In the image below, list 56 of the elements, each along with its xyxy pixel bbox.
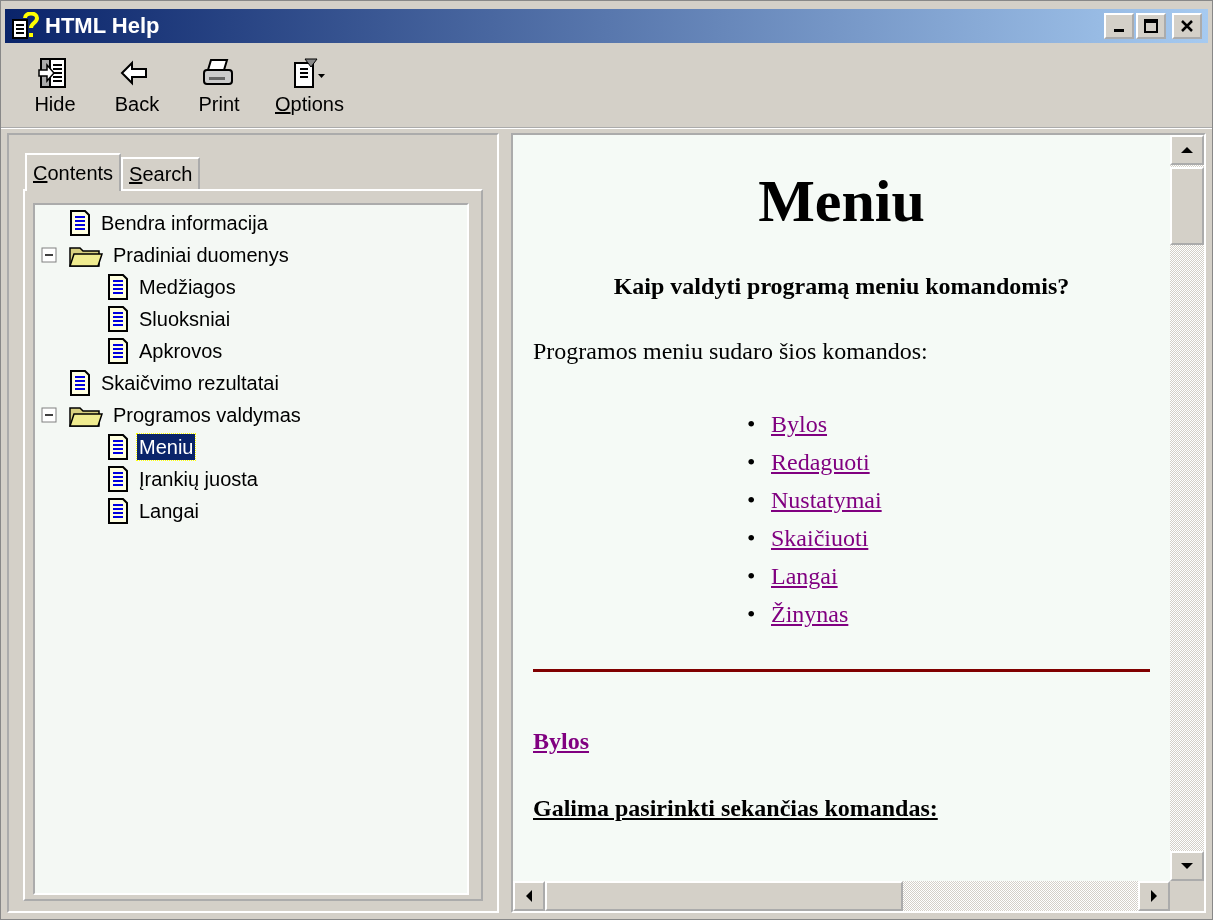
print-button[interactable]: Print <box>185 57 253 123</box>
topic-link[interactable]: Žinynas <box>771 601 849 627</box>
horizontal-scrollbar[interactable] <box>513 881 1170 911</box>
up-arrow-icon[interactable] <box>1180 145 1194 155</box>
tree-item[interactable]: Medžiagos <box>137 274 238 300</box>
bullet: • <box>747 524 757 553</box>
topic-title: Meniu <box>757 167 926 236</box>
tree-item[interactable]: Pradiniai duomenys <box>111 242 291 268</box>
topic-subtitle: Kaip valdyti programą meniu komandomis? <box>612 273 1071 300</box>
vertical-scrollbar[interactable] <box>1170 135 1204 881</box>
document-menu-icon <box>291 57 328 89</box>
topic-link[interactable]: Skaičiuoti <box>771 525 869 551</box>
help-book-icon <box>11 12 39 40</box>
topic-link[interactable]: Nustatymai <box>771 487 882 513</box>
back-button[interactable]: Back <box>103 57 171 123</box>
close-icon <box>1180 19 1194 33</box>
tab[interactable]: Contents <box>25 153 122 191</box>
tab[interactable]: Search <box>121 157 201 189</box>
section-heading-link[interactable]: Bylos <box>533 728 589 754</box>
bullet: • <box>747 562 757 591</box>
page-icon <box>69 210 91 236</box>
tree-item[interactable]: Įrankių juosta <box>137 466 260 492</box>
close-button[interactable] <box>1172 13 1202 39</box>
page-icon <box>107 498 129 524</box>
page-icon <box>107 466 129 492</box>
collapse-icon[interactable] <box>41 407 57 423</box>
page-icon <box>107 306 129 332</box>
tree-item[interactable]: Skaičvimo rezultatai <box>99 370 281 396</box>
down-arrow-icon[interactable] <box>1180 861 1194 871</box>
tree-item[interactable]: Bendra informacija <box>99 210 270 236</box>
page-icon <box>107 274 129 300</box>
bullet: • <box>747 486 757 515</box>
page-icon <box>107 434 129 460</box>
intro-text: Programos meniu sudaro šios komandos: <box>533 338 929 365</box>
tree-item[interactable]: Programos valdymas <box>111 402 303 428</box>
tree-item[interactable]: Sluoksniai <box>137 306 233 332</box>
right-arrow-icon[interactable] <box>1149 889 1159 903</box>
tree-item[interactable]: Meniu <box>137 434 196 460</box>
section-subheading: Galima pasirinkti sekančias komandas: <box>533 795 939 822</box>
topic-link[interactable]: Bylos <box>771 411 827 437</box>
bullet: • <box>747 410 757 439</box>
window-title: HTML Help <box>45 13 161 39</box>
page-icon <box>107 338 129 364</box>
topic-link[interactable]: Langai <box>771 563 838 589</box>
bullet: • <box>747 448 757 477</box>
tree-item[interactable]: Apkrovos <box>137 338 225 364</box>
bullet: • <box>747 600 757 629</box>
collapse-icon[interactable] <box>41 247 57 263</box>
left-arrow-icon[interactable] <box>524 889 534 903</box>
tree-item[interactable]: Langai <box>137 498 202 524</box>
scroll-thumb[interactable] <box>545 881 903 911</box>
topic-link[interactable]: Redaguoti <box>771 449 870 475</box>
scroll-thumb[interactable] <box>1170 167 1204 245</box>
page-icon <box>69 370 91 396</box>
options-button[interactable]: Options <box>267 57 352 123</box>
hide-button[interactable]: Hide <box>21 57 89 123</box>
